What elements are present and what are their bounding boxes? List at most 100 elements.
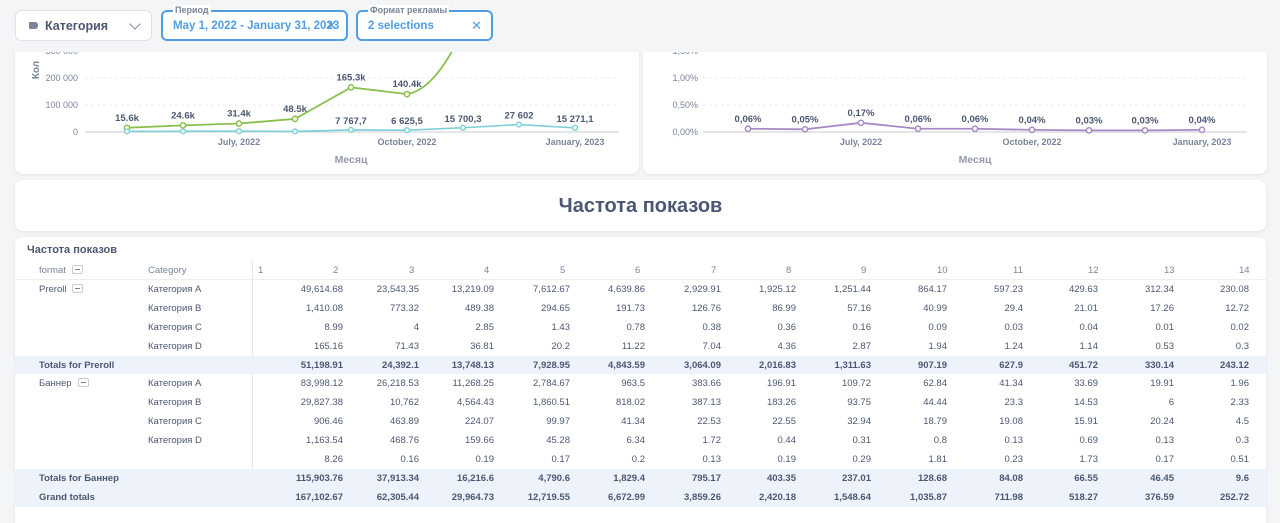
- table-cell: 1,548.64: [834, 491, 871, 503]
- table-cell: 0.17: [1155, 454, 1175, 466]
- table-cell: 1,251.44: [834, 284, 871, 295]
- collapse-icon[interactable]: [71, 265, 83, 274]
- purple-series-point: [1085, 127, 1093, 134]
- x-tick-label: January, 2023: [546, 137, 605, 147]
- table-cell: 36.81: [470, 340, 494, 352]
- column-header[interactable]: 12: [1088, 265, 1099, 276]
- table-cell: 403.35: [766, 472, 796, 484]
- table-cell: 10,762: [389, 397, 419, 409]
- collapse-icon[interactable]: [72, 284, 84, 293]
- table-cell: 489.38: [464, 302, 494, 314]
- column-header[interactable]: 4: [484, 265, 489, 276]
- table-cell: 330.14: [1144, 359, 1174, 371]
- teal-data-label: 27 602: [504, 111, 533, 122]
- section-title: Частота показов: [558, 195, 723, 217]
- table-cell: 0.8: [933, 435, 947, 447]
- table-cell: 115,903.76: [295, 472, 343, 484]
- table-cell: 22.53: [697, 416, 721, 428]
- row-format-label: Preroll: [39, 284, 67, 295]
- format-filter-value[interactable]: 2 selections: [368, 20, 434, 32]
- column-header[interactable]: 8: [786, 265, 791, 276]
- table-row: Баннер Категория A 83,998.12 26,218.53 11,26…: [15, 374, 1266, 393]
- purple-data-label: 0,04%: [1019, 115, 1046, 126]
- row-format-cell: Totals for Баннер: [39, 473, 119, 484]
- table-cell: 183.26: [766, 397, 796, 409]
- teal-series-point: [347, 126, 355, 134]
- table-row: Категория B 1,410.08 773.32 489.38 294.65 191…: [15, 299, 1266, 318]
- table-cell: 294.65: [540, 302, 570, 314]
- column-header[interactable]: 10: [937, 265, 948, 276]
- purple-series-point: [1028, 126, 1036, 134]
- column-header[interactable]: 6: [635, 265, 640, 276]
- x-tick-label: October, 2022: [377, 137, 436, 147]
- purple-data-label: 0,06%: [905, 114, 932, 125]
- column-header[interactable]: 5: [560, 265, 565, 276]
- header-format[interactable]: format: [39, 265, 83, 276]
- x-axis-label: Месяц: [335, 154, 368, 166]
- table-row: Категория D 1,163.54 468.76 159.66 45.28 6.34…: [15, 431, 1266, 450]
- column-header[interactable]: 1: [258, 265, 263, 276]
- table-cell: 2.87: [852, 340, 872, 352]
- column-header[interactable]: 7: [711, 265, 716, 276]
- column-header[interactable]: 9: [861, 265, 866, 276]
- row-format-cell: Preroll: [39, 284, 84, 295]
- collapse-icon[interactable]: [77, 378, 89, 388]
- period-filter-value[interactable]: May 1, 2022 - January 31, 2023: [173, 20, 339, 32]
- table-cell: 864.17: [917, 284, 947, 295]
- table-cell: 11,268.25: [452, 378, 494, 390]
- y-tick-label: 0,50%: [672, 100, 698, 110]
- table-cell: 4.5: [1235, 416, 1249, 428]
- y-tick-label: 100 000: [45, 100, 78, 110]
- table-cell: 2,420.18: [759, 491, 796, 503]
- teal-series-point: [459, 124, 467, 131]
- clear-format-icon[interactable]: ✕: [471, 18, 482, 34]
- clear-period-icon[interactable]: ✕: [326, 18, 337, 34]
- category-filter[interactable]: Категория: [15, 10, 152, 41]
- table-cell: 0.09: [928, 321, 948, 333]
- table-cell: 0.78: [626, 321, 646, 333]
- table-cell: 773.32: [389, 302, 419, 314]
- format-filter[interactable]: Формат рекламы 2 selections ✕: [356, 5, 493, 41]
- column-header[interactable]: 14: [1239, 265, 1250, 276]
- format-filter-label: Формат рекламы: [368, 5, 450, 15]
- table-cell: 33.69: [1074, 378, 1098, 390]
- row-category-cell: Категория D: [148, 435, 202, 447]
- table-cell: 196.91: [766, 378, 796, 390]
- table-cell: 0.13: [1155, 435, 1175, 447]
- row-format-cell: Баннер: [39, 378, 89, 389]
- column-header[interactable]: 2: [333, 265, 338, 276]
- chevron-down-icon[interactable]: [129, 18, 141, 30]
- purple-data-label: 0,05%: [792, 114, 819, 125]
- table-row: 8.26 0.16 0.19 0.17 0.2 0.13 0.19 0.29 1.81 0.23 1…: [15, 450, 1266, 469]
- green-data-label: 24.6k: [171, 110, 195, 121]
- table-cell: 0.3: [1235, 340, 1249, 352]
- purple-series-point: [1141, 127, 1149, 134]
- table-cell: 1,163.54: [306, 435, 343, 447]
- table-cell: 1,311.63: [834, 359, 871, 371]
- table-cell: 0.69: [1079, 435, 1099, 447]
- totals-row: Totals for Preroll 51,198.91 24,392.1 13,74…: [15, 355, 1266, 375]
- green-series-point: [347, 84, 355, 91]
- table-cell: 126.76: [691, 302, 721, 314]
- table-cell: 66.55: [1074, 472, 1098, 484]
- period-filter[interactable]: Период May 1, 2022 - January 31, 2023 ✕: [161, 5, 348, 41]
- green-series-point: [179, 122, 187, 129]
- table-cell: 128.68: [917, 472, 947, 484]
- table-cell: 451.72: [1068, 359, 1098, 371]
- table-cell: 84.08: [999, 472, 1023, 484]
- column-header[interactable]: 11: [1013, 265, 1023, 276]
- table-cell: 1,829.4: [613, 472, 645, 484]
- row-category-cell: Категория C: [148, 321, 202, 333]
- table-row: Категория D 165.16 71.43 36.81 20.2 11.22 7.04…: [15, 337, 1266, 356]
- column-header[interactable]: 13: [1164, 265, 1175, 276]
- table-cell: 6: [1168, 397, 1174, 409]
- purple-data-label: 0,06%: [962, 114, 989, 125]
- table-cell: 711.98: [994, 491, 1023, 503]
- table-cell: 12.72: [1225, 302, 1249, 314]
- column-header[interactable]: 3: [409, 265, 414, 276]
- x-tick-label: July, 2022: [218, 137, 260, 147]
- green-series-point: [291, 115, 299, 123]
- table-cell: 0.38: [702, 321, 722, 333]
- header-format-label: format: [39, 265, 66, 276]
- table-cell: 45.28: [546, 435, 570, 447]
